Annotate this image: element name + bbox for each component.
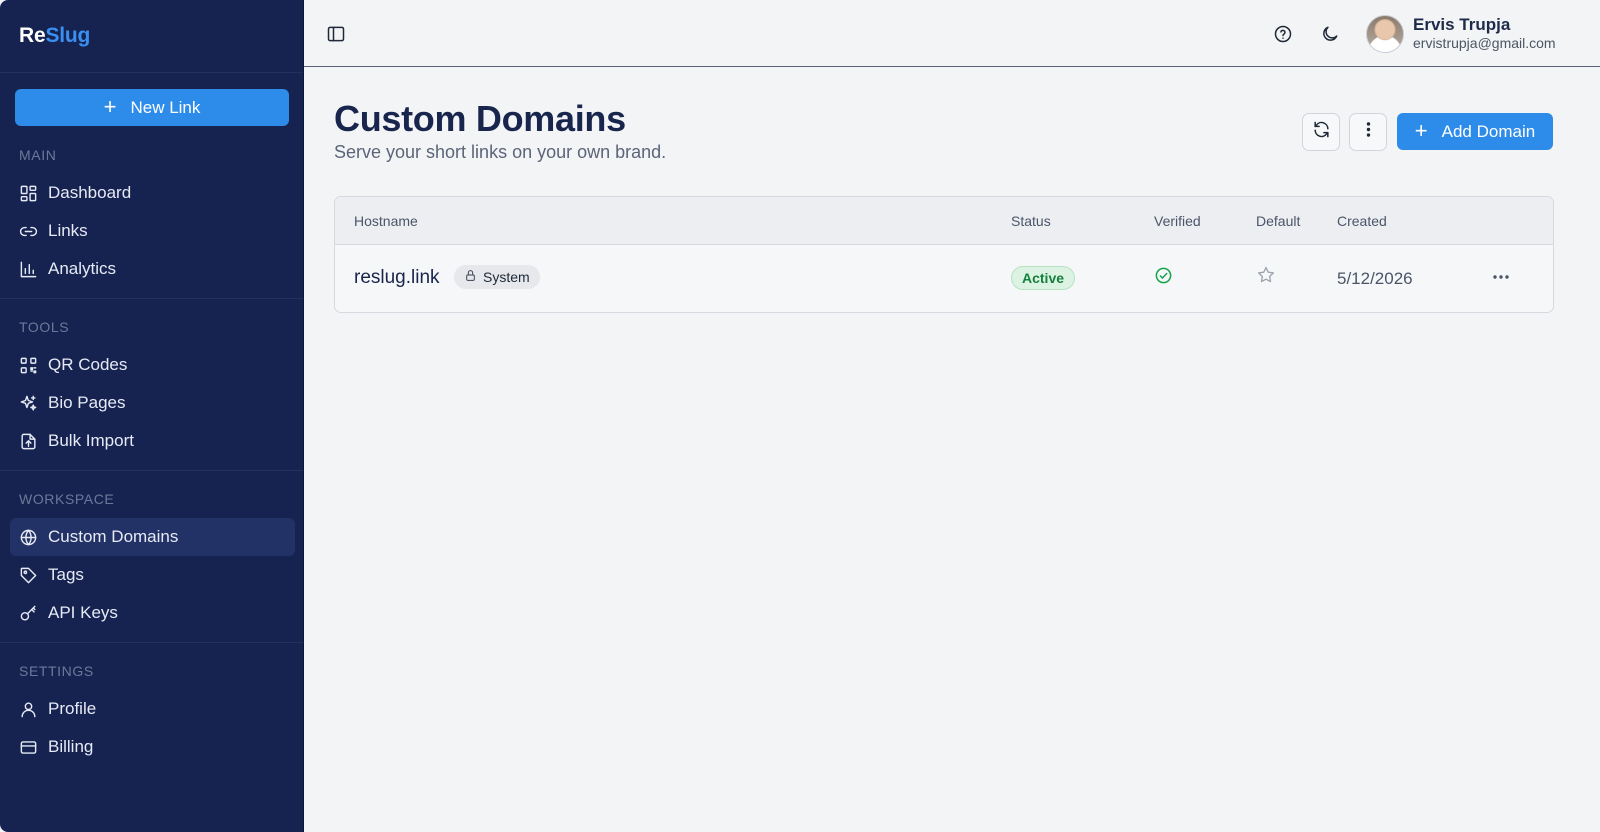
moon-icon[interactable]	[1320, 24, 1340, 44]
user-icon	[19, 700, 38, 719]
sidebar-item-label: Tags	[48, 565, 84, 584]
more-options-button[interactable]	[1349, 113, 1387, 151]
sidebar-item-label: Bulk Import	[48, 431, 134, 450]
hostname-cell[interactable]: reslug.link	[354, 267, 440, 289]
top-bar: Ervis Trupja ervistrupja@gmail.com	[304, 0, 1600, 67]
analytics-icon	[19, 260, 38, 279]
refresh-icon	[1312, 120, 1331, 144]
sidebar-item-profile[interactable]: Profile	[10, 690, 295, 728]
plus-icon: +	[103, 93, 117, 119]
sidebar-item-bulk-import[interactable]: Bulk Import	[10, 422, 295, 460]
sidebar-item-label: Billing	[48, 737, 94, 756]
sidebar: ReSlug + New Link MAIN Dashboard Links A…	[0, 0, 304, 832]
user-name[interactable]: Ervis Trupja	[1413, 15, 1510, 35]
key-icon	[19, 604, 38, 623]
divider	[0, 72, 303, 73]
page-subtitle: Serve your short links on your own brand…	[334, 142, 667, 162]
divider	[0, 642, 303, 643]
table-header: Hostname Status Verified Default Created	[335, 197, 1553, 245]
tag-icon	[19, 566, 38, 585]
sidebar-item-label: Analytics	[48, 259, 117, 278]
sidebar-item-label: Links	[48, 221, 88, 240]
column-header-hostname[interactable]: Hostname	[354, 213, 418, 229]
new-link-button[interactable]: + New Link	[15, 89, 289, 126]
column-header-verified[interactable]: Verified	[1154, 213, 1201, 229]
star-icon[interactable]	[1256, 265, 1276, 285]
dashboard-icon	[19, 184, 38, 203]
page-title: Custom Domains	[334, 98, 626, 139]
column-header-created[interactable]: Created	[1337, 213, 1387, 229]
section-label-settings: SETTINGS	[19, 663, 94, 679]
sidebar-item-custom-domains[interactable]: Custom Domains	[10, 518, 295, 556]
link-icon	[19, 222, 38, 241]
brand-part-slug: Slug	[45, 24, 91, 47]
sidebar-item-label: Bio Pages	[48, 393, 126, 412]
sidebar-item-label: QR Codes	[48, 355, 128, 374]
help-icon[interactable]	[1273, 24, 1293, 44]
qr-code-icon	[19, 356, 38, 375]
divider	[0, 470, 303, 471]
main-content: Ervis Trupja ervistrupja@gmail.com Custo…	[304, 0, 1600, 832]
sidebar-item-tags[interactable]: Tags	[10, 556, 295, 594]
user-email: ervistrupja@gmail.com	[1413, 35, 1556, 51]
sidebar-item-billing[interactable]: Billing	[10, 728, 295, 766]
section-label-tools: TOOLS	[19, 319, 70, 335]
verified-check-icon	[1154, 266, 1173, 285]
brand-part-re: Re	[19, 24, 46, 47]
sidebar-item-label: Profile	[48, 699, 97, 718]
plus-icon: +	[1414, 117, 1428, 143]
new-link-label: New Link	[130, 97, 201, 117]
system-badge: System	[454, 265, 540, 289]
add-domain-label: Add Domain	[1441, 121, 1536, 141]
sidebar-item-label: Custom Domains	[48, 527, 179, 546]
sidebar-item-label: API Keys	[48, 603, 118, 622]
column-header-default[interactable]: Default	[1256, 213, 1300, 229]
section-label-main: MAIN	[19, 147, 57, 163]
status-badge: Active	[1011, 266, 1076, 290]
globe-icon	[19, 528, 38, 547]
sidebar-item-analytics[interactable]: Analytics	[10, 250, 295, 288]
credit-card-icon	[19, 738, 38, 757]
lock-icon	[464, 269, 477, 285]
column-header-status[interactable]: Status	[1011, 213, 1051, 229]
sidebar-toggle-icon[interactable]	[326, 24, 346, 44]
refresh-button[interactable]	[1302, 113, 1340, 151]
row-actions-icon[interactable]	[1490, 267, 1512, 287]
sidebar-item-api-keys[interactable]: API Keys	[10, 594, 295, 632]
brand-logo[interactable]: ReSlug	[19, 24, 90, 48]
file-upload-icon	[19, 432, 38, 451]
section-label-workspace: WORKSPACE	[19, 491, 115, 507]
sidebar-item-dashboard[interactable]: Dashboard	[10, 174, 295, 212]
app-window: ReSlug + New Link MAIN Dashboard Links A…	[0, 0, 1600, 832]
vertical-dots-icon	[1359, 120, 1378, 144]
table-row[interactable]: reslug.link System Active 5/12/2026	[335, 245, 1553, 312]
domains-table: Hostname Status Verified Default Created…	[334, 196, 1554, 313]
sidebar-item-label: Dashboard	[48, 183, 132, 202]
sidebar-item-qr-codes[interactable]: QR Codes	[10, 346, 295, 384]
add-domain-button[interactable]: + Add Domain	[1397, 113, 1553, 150]
system-badge-label: System	[483, 269, 530, 285]
sparkles-icon	[19, 394, 38, 413]
sidebar-item-links[interactable]: Links	[10, 212, 295, 250]
divider	[0, 298, 303, 299]
avatar[interactable]	[1366, 15, 1404, 53]
sidebar-item-bio-pages[interactable]: Bio Pages	[10, 384, 295, 422]
created-date: 5/12/2026	[1337, 269, 1413, 288]
